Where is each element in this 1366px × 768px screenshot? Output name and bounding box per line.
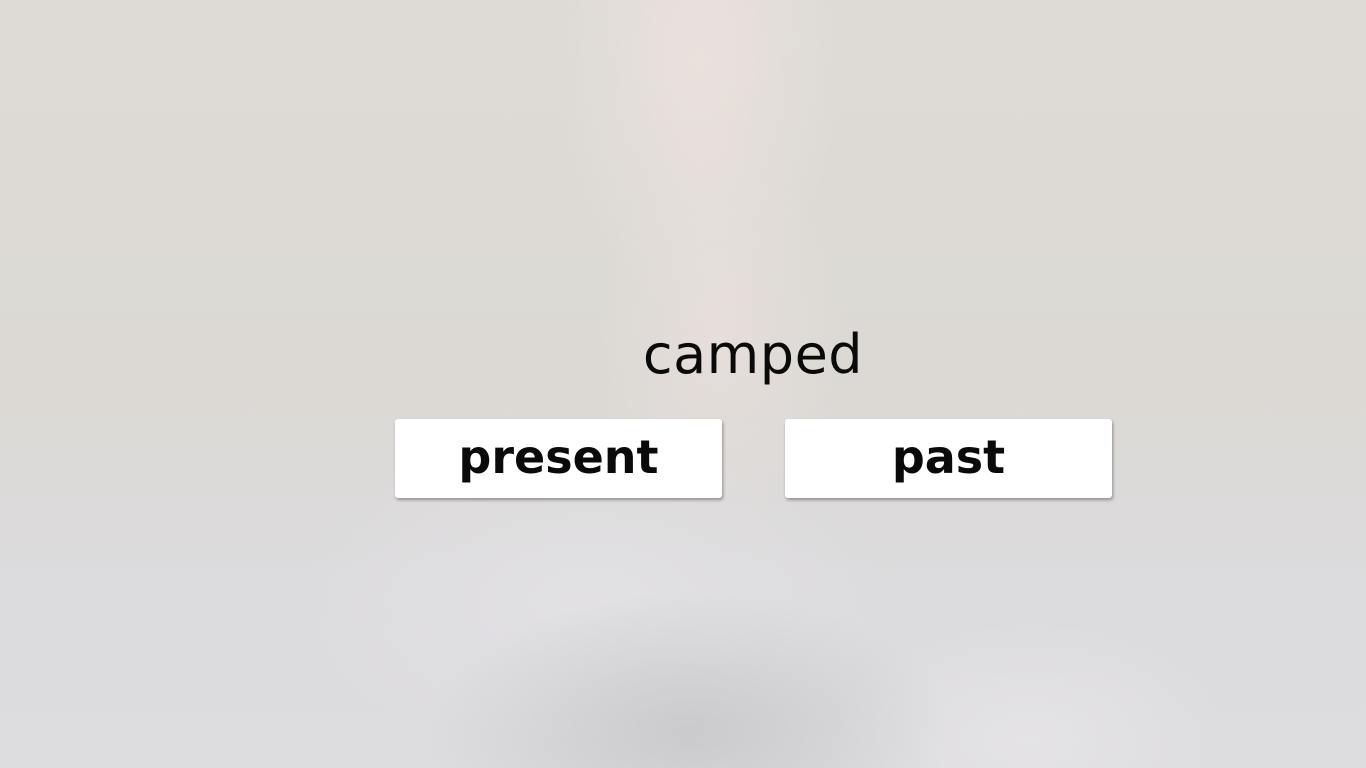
prompt-word: camped [642,323,864,386]
past-button[interactable]: past [785,419,1112,498]
quiz-stage: camped present past [0,0,1366,768]
present-button-label: present [458,429,659,484]
present-button[interactable]: present [395,419,722,498]
past-button-label: past [891,429,1006,484]
